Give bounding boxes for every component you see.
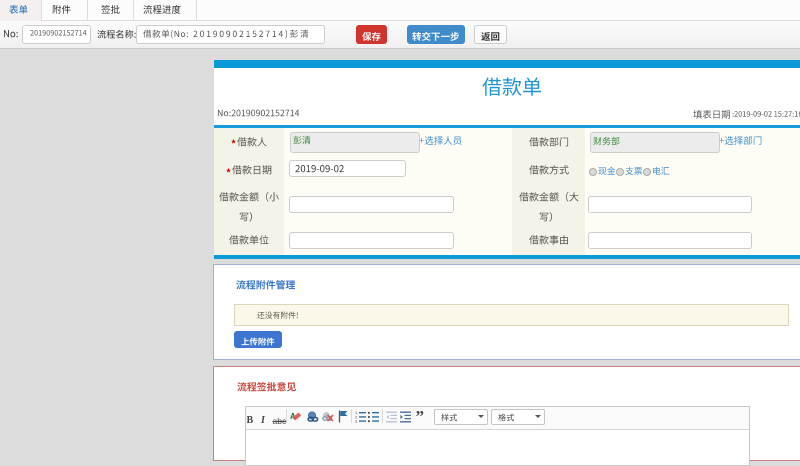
svg-text:3.: 3. <box>355 420 358 423</box>
